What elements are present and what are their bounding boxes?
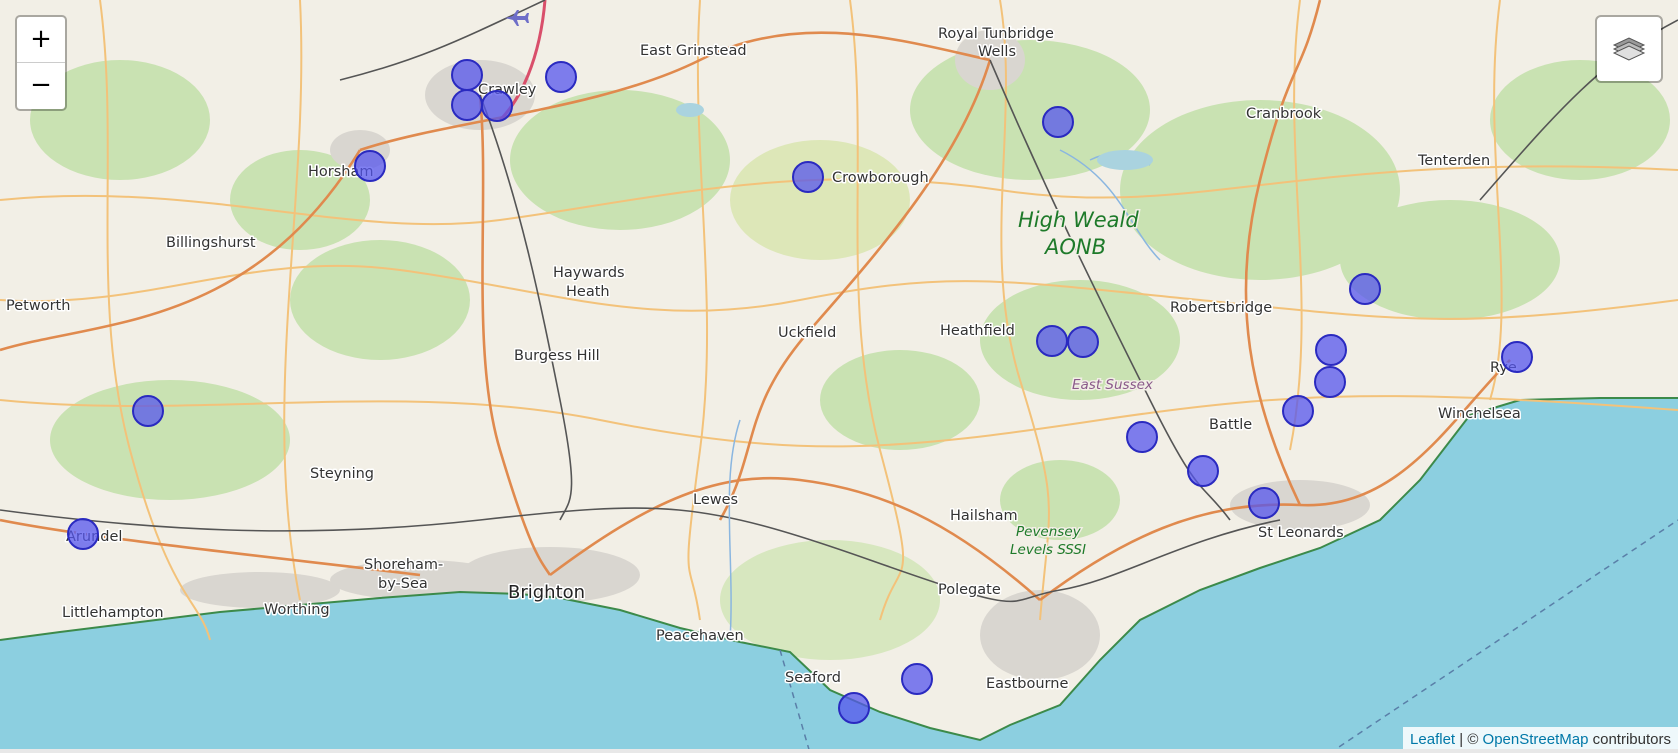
map-marker[interactable] [1349, 273, 1381, 305]
map-marker[interactable] [354, 150, 386, 182]
zoom-out-button[interactable]: − [17, 63, 65, 108]
attribution-separator: | © [1455, 731, 1483, 748]
zoom-in-button[interactable]: + [17, 17, 65, 63]
label-uckfield: Uckfield [778, 325, 836, 341]
map-marker[interactable] [1036, 325, 1068, 357]
label-east-grinstead: East Grinstead [640, 43, 747, 59]
layers-icon [1612, 37, 1646, 61]
label-battle: Battle [1209, 417, 1252, 433]
label-heath: Heath [566, 284, 610, 300]
map-marker[interactable] [901, 663, 933, 695]
label-billingshurst: Billingshurst [166, 235, 256, 251]
attribution-contributors: contributors [1588, 731, 1671, 748]
map-marker[interactable] [1126, 421, 1158, 453]
label-seaford: Seaford [785, 670, 841, 686]
label-lewes: Lewes [693, 492, 738, 508]
weir-wood-reservoir [676, 103, 704, 117]
label-haywards: Haywards [553, 265, 625, 281]
label-steyning: Steyning [310, 466, 374, 482]
map-marker[interactable] [1187, 455, 1219, 487]
map-marker[interactable] [451, 59, 483, 91]
osm-link[interactable]: OpenStreetMap [1483, 731, 1589, 748]
map-marker[interactable] [545, 61, 577, 93]
map-tiles[interactable]: East Grinstead Royal Tunbridge Wells Cra… [0, 0, 1678, 753]
map-marker[interactable] [451, 89, 483, 121]
label-peacehaven: Peacehaven [656, 628, 744, 644]
label-aonb-line2: AONB [1043, 235, 1106, 259]
label-cranbrook: Cranbrook [1246, 106, 1322, 122]
label-littlehampton: Littlehampton [62, 605, 164, 621]
label-heathfield: Heathfield [940, 323, 1015, 339]
map-marker[interactable] [67, 518, 99, 550]
label-burgess-hill: Burgess Hill [514, 348, 600, 364]
label-robertsbridge: Robertsbridge [1170, 300, 1272, 316]
label-petworth: Petworth [6, 298, 70, 314]
map-marker[interactable] [481, 90, 513, 122]
bottom-border [0, 749, 1678, 753]
map-marker[interactable] [792, 161, 824, 193]
map-marker[interactable] [1248, 487, 1280, 519]
leaflet-link[interactable]: Leaflet [1410, 731, 1455, 748]
map-marker[interactable] [1282, 395, 1314, 427]
label-polegate: Polegate [938, 582, 1001, 598]
label-crowborough: Crowborough [832, 170, 929, 186]
label-county: East Sussex [1072, 377, 1154, 393]
label-st-leonards: St Leonards [1258, 525, 1344, 541]
label-wells: Wells [978, 44, 1016, 60]
label-royal-tunbridge: Royal Tunbridge [938, 26, 1054, 42]
label-eastbourne: Eastbourne [986, 676, 1068, 692]
map-marker[interactable] [838, 692, 870, 724]
map-marker[interactable] [1315, 334, 1347, 366]
map-marker[interactable] [1314, 366, 1346, 398]
label-worthing: Worthing [264, 602, 330, 618]
zoom-control: + − [15, 15, 67, 111]
label-aonb-line1: High Weald [1018, 208, 1139, 232]
map-container[interactable]: East Grinstead Royal Tunbridge Wells Cra… [0, 0, 1678, 753]
map-marker[interactable] [1067, 326, 1099, 358]
label-hailsham: Hailsham [950, 508, 1018, 524]
label-sssi-line2: Levels SSSI [1010, 542, 1086, 558]
map-marker[interactable] [1501, 341, 1533, 373]
label-by-sea: by-Sea [378, 576, 428, 592]
map-marker[interactable] [132, 395, 164, 427]
label-shoreham: Shoreham- [364, 557, 443, 573]
layers-control-button[interactable] [1595, 15, 1663, 83]
map-marker[interactable] [1042, 106, 1074, 138]
bewl-water [1097, 150, 1153, 170]
label-sssi-line1: Pevensey [1016, 524, 1082, 540]
label-tenterden: Tenterden [1417, 153, 1490, 169]
label-winchelsea: Winchelsea [1438, 406, 1521, 422]
label-brighton: Brighton [508, 582, 585, 603]
